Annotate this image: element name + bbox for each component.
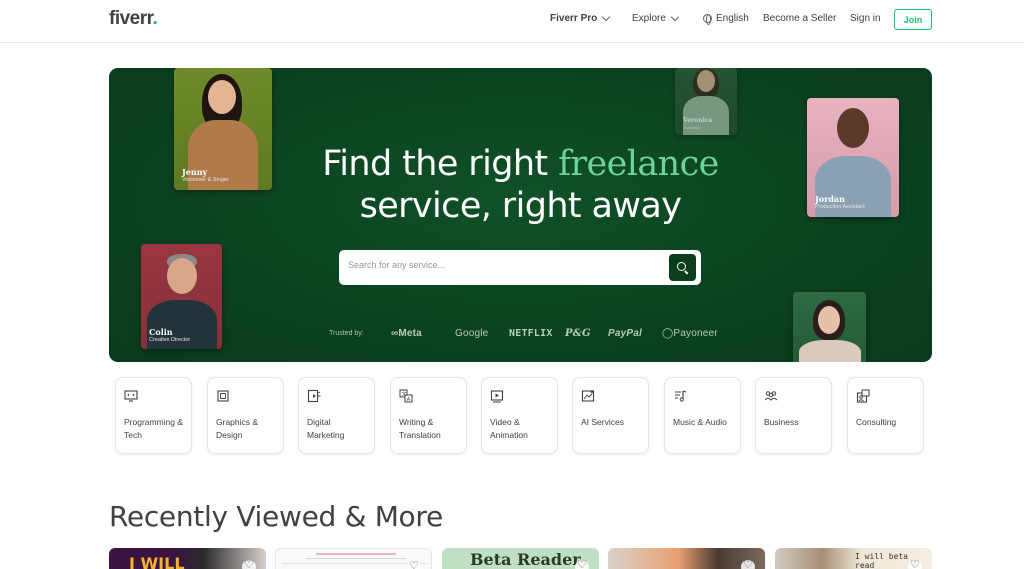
graphics-frame-icon bbox=[217, 390, 229, 402]
hero-headline-line1: Find the right freelance bbox=[322, 144, 719, 184]
digital-marketing-icon bbox=[307, 389, 321, 403]
freelancer-role: Translator bbox=[683, 125, 701, 130]
nav-language-label: English bbox=[716, 13, 749, 24]
nav-explore[interactable]: Explore bbox=[632, 12, 680, 24]
brand-logo-payoneer: ◯Payoneer bbox=[662, 328, 718, 339]
nav-explore-label: Explore bbox=[632, 13, 666, 24]
nav-language[interactable]: English bbox=[703, 13, 749, 25]
heart-icon[interactable] bbox=[407, 559, 421, 569]
business-people-icon bbox=[764, 391, 778, 401]
category-ai-services[interactable]: AI Services bbox=[572, 377, 649, 454]
category-label: Consulting bbox=[856, 417, 897, 427]
fiverr-logo[interactable]: fiverr. bbox=[109, 8, 158, 30]
music-note-icon bbox=[675, 390, 687, 402]
freelancer-card-veronica: Veronica Translator bbox=[675, 68, 737, 135]
category-label: Video & Animation bbox=[490, 417, 528, 440]
chevron-down-icon bbox=[670, 12, 680, 22]
category-label: Programming & Tech bbox=[124, 417, 184, 440]
translation-icon: 文A bbox=[399, 389, 413, 403]
freelancer-name: Colin bbox=[149, 327, 173, 337]
category-label: Music & Audio bbox=[673, 417, 727, 427]
nav-sign-in[interactable]: Sign in bbox=[850, 13, 881, 24]
gig-thumbnail[interactable]: I will beta read bbox=[775, 548, 932, 569]
brand-logo-pg: P&G bbox=[565, 328, 591, 339]
freelancer-card-portrait bbox=[793, 292, 866, 362]
svg-text:文: 文 bbox=[402, 391, 407, 398]
brand-logo-google: Google bbox=[455, 328, 489, 339]
category-video-animation[interactable]: Video & Animation bbox=[481, 377, 558, 454]
freelancer-card-colin: Colin Creative Director bbox=[141, 244, 222, 349]
category-label: Business bbox=[764, 417, 799, 427]
ai-sparkle-icon bbox=[581, 390, 595, 402]
chevron-down-icon bbox=[602, 12, 611, 22]
top-header: fiverr. Fiverr Pro Explore English Becom… bbox=[0, 0, 1024, 43]
trusted-by-label: Trusted by: bbox=[329, 330, 364, 337]
search-icon bbox=[677, 262, 686, 271]
category-business[interactable]: Business bbox=[755, 377, 832, 454]
nav-fiverr-pro[interactable]: Fiverr Pro bbox=[550, 12, 611, 24]
heart-icon[interactable] bbox=[741, 558, 755, 569]
brand-logo-paypal: PayPal bbox=[608, 328, 643, 339]
category-label: AI Services bbox=[581, 417, 624, 427]
heart-icon[interactable] bbox=[908, 558, 922, 569]
join-button[interactable]: Join bbox=[894, 9, 932, 30]
category-consulting[interactable]: Consulting bbox=[847, 377, 924, 454]
gig-thumbnail[interactable] bbox=[608, 548, 765, 569]
svg-text:A: A bbox=[407, 397, 411, 403]
gig-thumbnail[interactable]: Beta Reader bbox=[442, 548, 599, 569]
thumbnail-text: Beta Reader bbox=[470, 550, 581, 569]
globe-icon bbox=[703, 14, 712, 25]
hero-search-box: Search for any service... bbox=[339, 250, 701, 285]
hero-banner: Jenny Voiceover & Singer Veronica Transl… bbox=[109, 68, 932, 362]
nav-become-seller[interactable]: Become a Seller bbox=[763, 13, 836, 24]
freelancer-name: Veronica bbox=[683, 117, 713, 124]
category-graphics-design[interactable]: Graphics & Design bbox=[207, 377, 284, 454]
freelancer-role: Creative Director bbox=[149, 337, 191, 343]
category-label: Writing & Translation bbox=[399, 417, 441, 440]
heart-icon[interactable] bbox=[575, 558, 589, 569]
search-input[interactable]: Search for any service... bbox=[348, 260, 445, 270]
category-digital-marketing[interactable]: Digital Marketing bbox=[298, 377, 375, 454]
video-play-icon bbox=[490, 390, 504, 403]
section-title-recently-viewed: Recently Viewed & More bbox=[109, 500, 443, 533]
gig-thumbnail[interactable]: I WILL bbox=[109, 548, 266, 569]
monitor-code-icon bbox=[124, 390, 138, 402]
category-music-audio[interactable]: Music & Audio bbox=[664, 377, 741, 454]
brand-logo-netflix: NETFLIX bbox=[509, 328, 553, 339]
thumbnail-text: I WILL bbox=[129, 554, 185, 569]
search-button[interactable] bbox=[669, 254, 696, 281]
consulting-icon bbox=[856, 389, 870, 403]
category-label: Graphics & Design bbox=[216, 417, 259, 440]
heart-icon[interactable] bbox=[242, 558, 256, 569]
category-label: Digital Marketing bbox=[307, 417, 345, 440]
brand-logo-meta: ∞Meta bbox=[391, 328, 422, 339]
nav-fiverr-pro-label: Fiverr Pro bbox=[550, 13, 598, 24]
category-writing-translation[interactable]: 文A Writing & Translation bbox=[390, 377, 467, 454]
hero-headline-line2: service, right away bbox=[359, 186, 682, 226]
gig-thumbnail[interactable] bbox=[275, 548, 432, 569]
category-programming-tech[interactable]: Programming & Tech bbox=[115, 377, 192, 454]
